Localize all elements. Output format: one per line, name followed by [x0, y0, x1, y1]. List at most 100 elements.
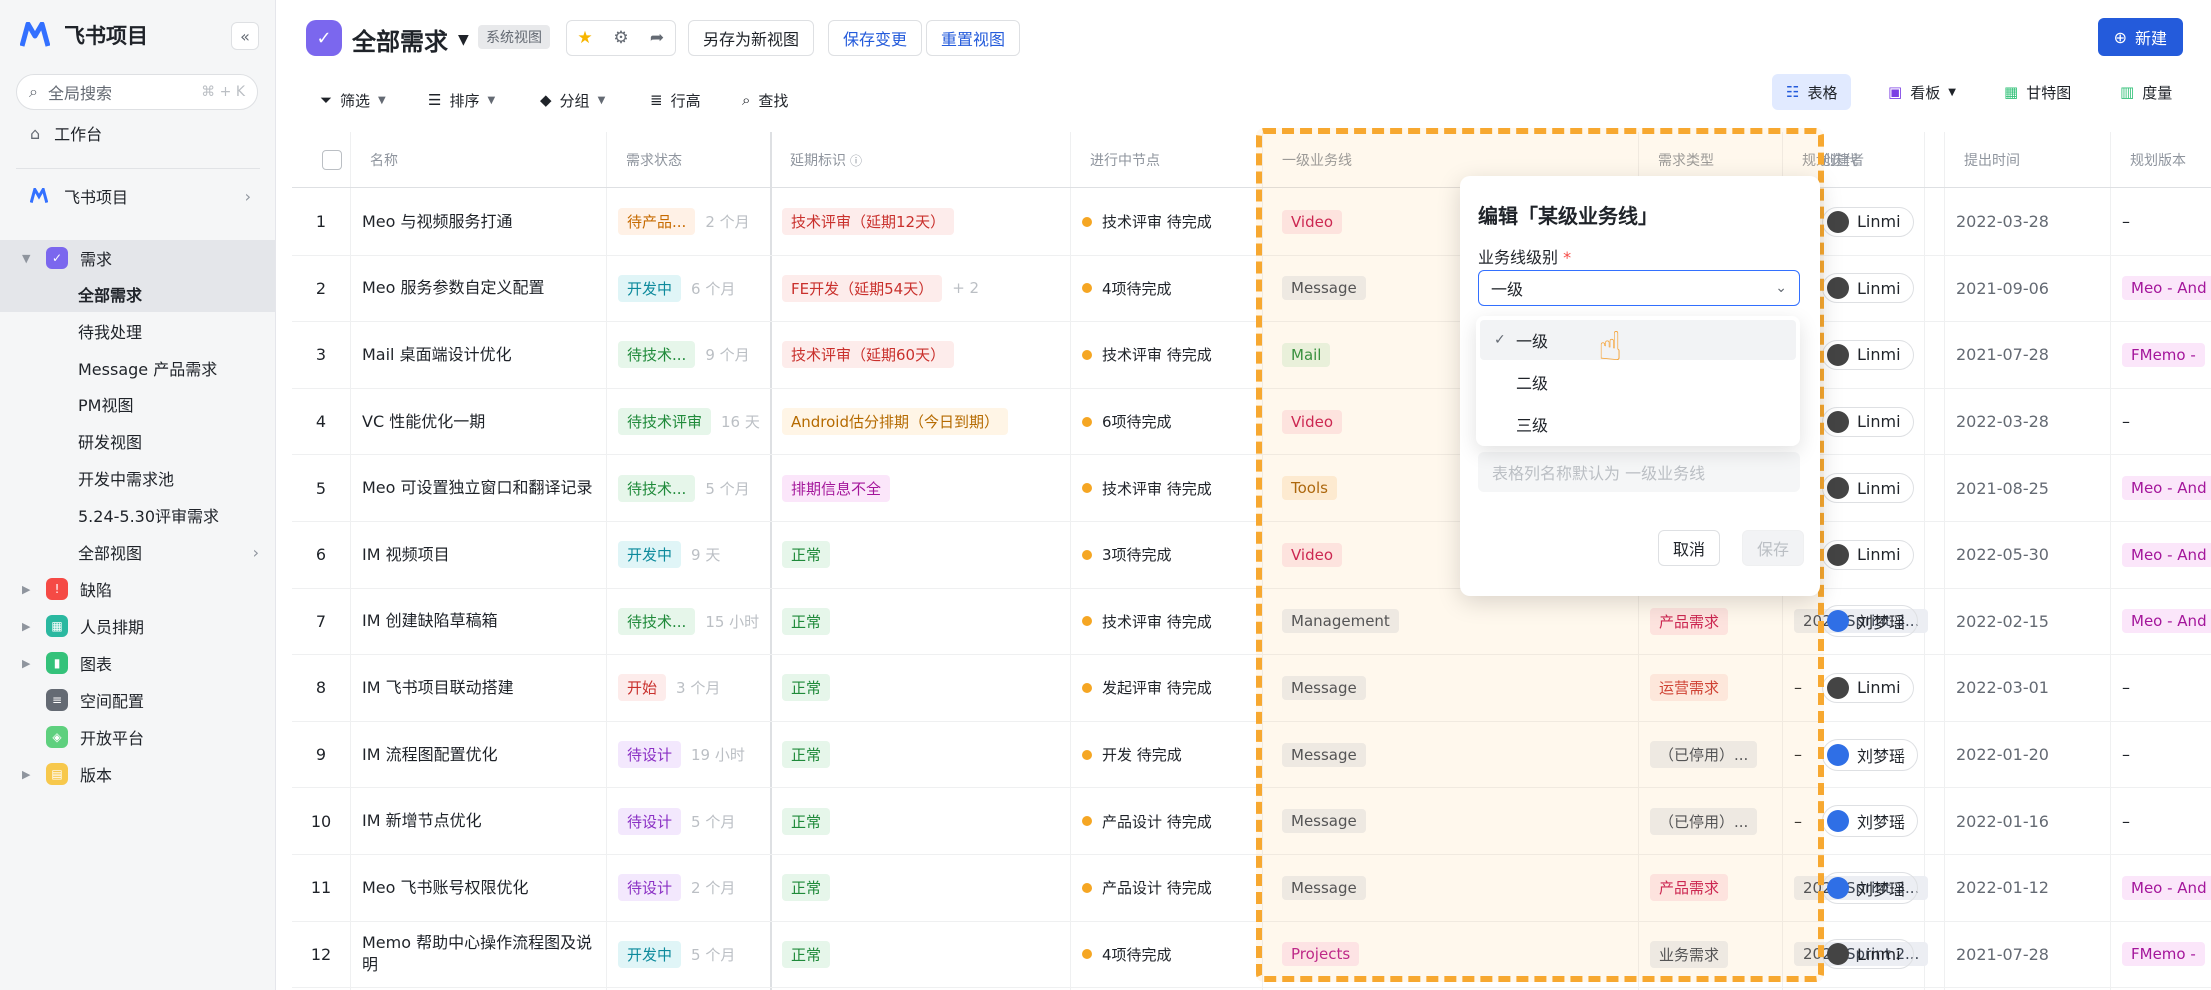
- table-row[interactable]: 12 Memo 帮助中心操作流程图及说明 开发中 5 个月 正常 4项待完成 Project…: [292, 922, 2211, 989]
- delay-cell[interactable]: 正常: [770, 788, 1070, 854]
- table-row[interactable]: 2 Meo 服务参数自定义配置 开发中 6 个月 FE开发（延期54天） + 2 4项待完成…: [292, 256, 2211, 323]
- date-cell[interactable]: 2022-02-15: [1944, 589, 2110, 655]
- view-gantt-tab[interactable]: ▦ 甘特图: [1990, 74, 2085, 110]
- delay-cell[interactable]: 正常: [770, 855, 1070, 921]
- delay-cell[interactable]: 技术评审（延期60天）: [770, 322, 1070, 388]
- creator-cell[interactable]: 刘梦瑶: [1810, 788, 1944, 854]
- row-height-button[interactable]: ≣ 行高: [650, 82, 701, 118]
- col-header-name[interactable]: 名称: [358, 132, 398, 188]
- sidebar-item-open-platform[interactable]: ◈ 开放平台: [0, 719, 275, 755]
- requirement-name[interactable]: Meo 与视频服务打通: [350, 189, 606, 255]
- sidebar-sub-all-views[interactable]: 全部视图 ›: [0, 534, 275, 570]
- sort-button[interactable]: ☰ 排序 ▼: [428, 82, 495, 118]
- delay-cell[interactable]: 排期信息不全: [770, 455, 1070, 521]
- level-option-2[interactable]: 二级: [1480, 362, 1796, 402]
- status-cell[interactable]: 开始 3 个月: [606, 655, 770, 721]
- node-cell[interactable]: 4项待完成: [1070, 256, 1262, 322]
- sidebar-sub-dev-view[interactable]: 研发视图: [0, 423, 275, 459]
- share-icon[interactable]: ➦: [639, 28, 675, 48]
- creator-avatar[interactable]: Linmi: [1822, 206, 1914, 237]
- date-cell[interactable]: 2021-07-28: [1944, 922, 2110, 988]
- creator-cell[interactable]: Linmi: [1810, 922, 1944, 988]
- view-table-tab[interactable]: ☷ 表格: [1772, 74, 1852, 110]
- date-cell[interactable]: 2022-03-28: [1944, 389, 2110, 455]
- sidebar-sub-review[interactable]: 5.24-5.30评审需求: [0, 497, 275, 533]
- sidebar-item-bugs[interactable]: ▶ ! 缺陷: [0, 571, 275, 607]
- status-cell[interactable]: 待技术... 5 个月: [606, 455, 770, 521]
- requirement-name[interactable]: IM 新增节点优化: [350, 788, 606, 854]
- creator-cell[interactable]: Linmi: [1810, 655, 1944, 721]
- version-cell[interactable]: FMemo -: [2110, 322, 2211, 388]
- col-header-node[interactable]: 进行中节点: [1078, 132, 1160, 188]
- star-icon[interactable]: ★: [567, 28, 603, 48]
- node-cell[interactable]: 3项待完成: [1070, 522, 1262, 588]
- status-cell[interactable]: 待产品... 2 个月: [606, 189, 770, 255]
- date-cell[interactable]: 2022-01-16: [1944, 788, 2110, 854]
- find-button[interactable]: ⌕ 查找: [742, 82, 788, 118]
- sidebar-sub-pm-view[interactable]: PM视图: [0, 386, 275, 422]
- status-cell[interactable]: 开发中 5 个月: [606, 922, 770, 988]
- delay-cell[interactable]: Android估分排期（今日到期）: [770, 389, 1070, 455]
- status-cell[interactable]: 开发中 9 天: [606, 522, 770, 588]
- global-search-input[interactable]: ⌕ 全局搜索 ⌘ + K: [16, 74, 258, 110]
- level-select[interactable]: 一级 ⌄: [1478, 270, 1800, 306]
- version-cell[interactable]: –: [2110, 788, 2211, 854]
- requirement-name[interactable]: Meo 可设置独立窗口和翻译记录: [350, 455, 606, 521]
- creator-cell[interactable]: Linmi: [1810, 322, 1944, 388]
- creator-avatar[interactable]: Linmi: [1822, 406, 1914, 437]
- sidebar-sub-dev-pool[interactable]: 开发中需求池: [0, 460, 275, 496]
- date-cell[interactable]: 2022-03-28: [1944, 189, 2110, 255]
- select-all-checkbox[interactable]: [310, 132, 342, 188]
- view-metrics-tab[interactable]: ▥ 度量: [2106, 74, 2186, 110]
- group-button[interactable]: ◆ 分组 ▼: [540, 82, 605, 118]
- page-title[interactable]: 全部需求 ▼: [352, 22, 469, 57]
- sidebar-sub-message-product[interactable]: Message 产品需求: [0, 350, 275, 386]
- delay-cell[interactable]: 正常: [770, 722, 1070, 788]
- column-name-input[interactable]: 表格列名称默认为 一级业务线: [1478, 452, 1800, 492]
- version-cell[interactable]: –: [2110, 722, 2211, 788]
- status-cell[interactable]: 待设计 19 小时: [606, 722, 770, 788]
- node-cell[interactable]: 开发 待完成: [1070, 722, 1262, 788]
- creator-avatar[interactable]: Linmi: [1822, 539, 1914, 570]
- table-row[interactable]: 10 IM 新增节点优化 待设计 5 个月 正常 产品设计 待完成 Message （已停用）…: [292, 788, 2211, 855]
- creator-avatar[interactable]: 刘梦瑶: [1822, 605, 1919, 638]
- date-cell[interactable]: 2021-08-25: [1944, 455, 2110, 521]
- col-header-status[interactable]: 需求状态: [614, 132, 682, 188]
- delay-cell[interactable]: 正常: [770, 589, 1070, 655]
- creator-avatar[interactable]: Linmi: [1822, 339, 1914, 370]
- date-cell[interactable]: 2022-05-30: [1944, 522, 2110, 588]
- node-cell[interactable]: 6项待完成: [1070, 389, 1262, 455]
- col-header-delay[interactable]: 延期标识 ⓘ: [778, 132, 862, 188]
- creator-cell[interactable]: 刘梦瑶: [1810, 722, 1944, 788]
- save-changes-button[interactable]: 保存变更: [828, 20, 923, 56]
- delay-cell[interactable]: 技术评审（延期12天）: [770, 189, 1070, 255]
- version-cell[interactable]: Meo - And: [2110, 855, 2211, 921]
- table-row[interactable]: 6 IM 视频项目 开发中 9 天正常 3项待完成 Video Linmi 2022-05-3…: [292, 522, 2211, 589]
- creator-avatar[interactable]: 刘梦瑶: [1822, 805, 1919, 838]
- requirement-name[interactable]: Meo 飞书账号权限优化: [350, 855, 606, 921]
- creator-cell[interactable]: Linmi: [1810, 389, 1944, 455]
- node-cell[interactable]: 发起评审 待完成: [1070, 655, 1262, 721]
- version-cell[interactable]: FMemo -: [2110, 922, 2211, 988]
- status-cell[interactable]: 待技术... 15 小时: [606, 589, 770, 655]
- version-cell[interactable]: Meo - And: [2110, 589, 2211, 655]
- table-row[interactable]: 11 Meo 飞书账号权限优化 待设计 2 个月 正常 产品设计 待完成 Message 产品…: [292, 855, 2211, 922]
- creator-avatar[interactable]: 刘梦瑶: [1822, 871, 1919, 904]
- sidebar-item-project[interactable]: 飞书项目 ›: [0, 178, 275, 214]
- node-cell[interactable]: 技术评审 待完成: [1070, 322, 1262, 388]
- requirement-name[interactable]: Meo 服务参数自定义配置: [350, 256, 606, 322]
- sidebar-item-versions[interactable]: ▶ ▤ 版本: [0, 756, 275, 792]
- date-cell[interactable]: 2021-07-28: [1944, 322, 2110, 388]
- node-cell[interactable]: 技术评审 待完成: [1070, 589, 1262, 655]
- collapse-sidebar-button[interactable]: «: [231, 22, 259, 50]
- node-cell[interactable]: 技术评审 待完成: [1070, 455, 1262, 521]
- delay-cell[interactable]: 正常: [770, 922, 1070, 988]
- cancel-button[interactable]: 取消: [1658, 530, 1721, 566]
- table-row[interactable]: 5 Meo 可设置独立窗口和翻译记录 待技术... 5 个月 排期信息不全 技术评审 待完…: [292, 455, 2211, 522]
- level-option-1[interactable]: ✓ 一级: [1480, 320, 1796, 360]
- delay-cell[interactable]: 正常: [770, 655, 1070, 721]
- gear-icon[interactable]: ⚙: [603, 28, 639, 48]
- view-kanban-tab[interactable]: ▣ 看板 ▼: [1874, 74, 1970, 110]
- requirement-name[interactable]: VC 性能优化一期: [350, 389, 606, 455]
- delay-cell[interactable]: 正常: [770, 522, 1070, 588]
